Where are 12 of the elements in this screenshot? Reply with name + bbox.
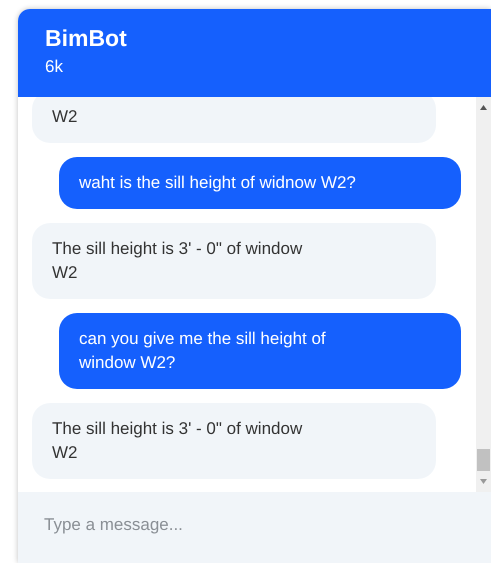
user-message: can you give me the sill height of window W2? [59,313,461,389]
bot-message: The sill height is 3' - 0" of window W2 [32,223,436,299]
scroll-down-icon[interactable] [480,479,487,484]
scrollbar[interactable] [476,97,491,492]
bot-message: W2 [32,97,436,143]
scrollbar-thumb[interactable] [477,449,490,471]
bot-message: The sill height is 3' - 0" of window W2 [32,403,436,479]
user-message: waht is the sill height of widnow W2? [59,157,461,209]
bot-subtitle: 6k [45,56,63,78]
scroll-up-icon[interactable] [480,105,487,110]
bot-name: BimBot [45,24,127,53]
message-input[interactable]: Type a message... [18,492,491,563]
